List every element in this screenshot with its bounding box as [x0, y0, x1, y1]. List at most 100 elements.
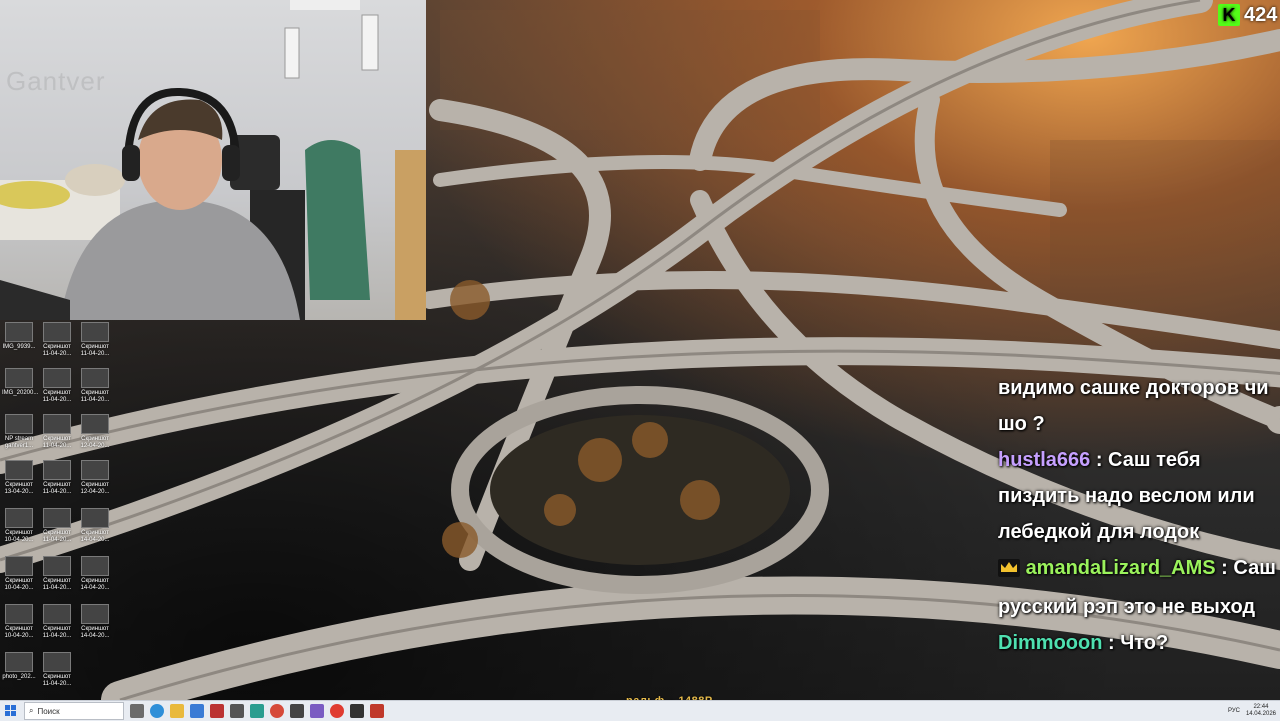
app-icon[interactable]	[230, 704, 244, 718]
clock-time: 22:44	[1253, 704, 1269, 710]
desktop-icon-label: Скриншот 11-04-20...	[42, 390, 72, 403]
file-thumbnail-icon	[81, 368, 109, 388]
file-explorer-icon[interactable]	[170, 704, 184, 718]
desktop-icon-label: Скриншот 11-04-20...	[80, 390, 110, 403]
desktop-icon[interactable]: Скриншот 11-04-20...	[40, 414, 74, 450]
app-icon[interactable]	[310, 704, 324, 718]
chat-message: hustla666 : Саш тебя пиздить надо веслом…	[998, 442, 1280, 550]
search-placeholder: Поиск	[37, 706, 60, 716]
file-thumbnail-icon	[5, 460, 33, 480]
desktop-icon-label: Скриншот 11-04-20...	[42, 578, 72, 591]
desktop-icon[interactable]: Скриншот 11-04-20...	[40, 460, 74, 496]
desktop-icon[interactable]: IMG_9939...	[2, 322, 36, 351]
file-thumbnail-icon	[43, 414, 71, 434]
desktop-icon[interactable]: Скриншот 11-04-20...	[40, 368, 74, 404]
desktop-icon[interactable]: Скриншот 10-04-20...	[2, 604, 36, 640]
desktop-icon[interactable]: Скриншот 11-04-20...	[40, 508, 74, 544]
desktop-icon-label: NP stream gantver1...	[4, 436, 34, 449]
desktop-icon[interactable]: Скриншот 13-04-20...	[2, 460, 36, 496]
file-thumbnail-icon	[81, 322, 109, 342]
clock[interactable]: 22:44 14.04.2026	[1246, 704, 1276, 718]
desktop-icon[interactable]: Скриншот 11-04-20...	[40, 322, 74, 358]
taskbar: ⌕ Поиск РУС 22:44 14.04.2026	[0, 700, 1280, 721]
edge-icon[interactable]	[150, 704, 164, 718]
file-thumbnail-icon	[43, 556, 71, 576]
desktop-icon[interactable]: Скриншот 11-04-20...	[40, 556, 74, 592]
desktop-icon-label: Скриншот 11-04-20...	[42, 626, 72, 639]
desktop-icon-label: Скриншот 11-04-20...	[42, 674, 72, 687]
desktop-icon[interactable]: Скриншот 11-04-20...	[40, 604, 74, 640]
desktop-icon-label: Скриншот 11-04-20...	[42, 344, 72, 357]
desktop-icon[interactable]: photo_202...	[2, 652, 36, 681]
desktop-icon[interactable]: Скриншот 11-04-20...	[78, 322, 112, 358]
chat-separator: :	[1102, 632, 1121, 654]
desktop-icon[interactable]: Скриншот 12-04-20...	[78, 460, 112, 496]
desktop-icon-label: Скриншот 10-04-20...	[4, 578, 34, 591]
chat-separator: :	[1215, 557, 1234, 579]
app-icon[interactable]	[290, 704, 304, 718]
viewer-count: 424	[1244, 3, 1278, 26]
desktop-icon-label: Скриншот 14-04-20...	[80, 530, 110, 543]
viewer-count-badge: K 424	[1218, 2, 1277, 28]
desktop-icon-label: IMG_20200...	[2, 390, 39, 396]
chrome-icon[interactable]	[270, 704, 284, 718]
file-thumbnail-icon	[5, 322, 33, 342]
file-thumbnail-icon	[43, 322, 71, 342]
desktop-icon-label: Скриншот 13-04-20...	[4, 482, 34, 495]
chat-message: видимо сашке докторов чи шо ?	[998, 370, 1280, 442]
desktop-icon-label: Скриншот 14-04-20...	[80, 578, 110, 591]
app-icon[interactable]	[350, 704, 364, 718]
file-thumbnail-icon	[5, 414, 33, 434]
chat-message-text: Что?	[1120, 632, 1169, 654]
desktop-icon[interactable]: Скриншот 14-04-20...	[78, 556, 112, 592]
chat-overlay: видимо сашке докторов чи шо ? hustla666 …	[998, 370, 1280, 661]
app-icon[interactable]	[370, 704, 384, 718]
start-button[interactable]	[0, 701, 22, 721]
clock-date: 14.04.2026	[1245, 711, 1276, 717]
task-view-icon[interactable]	[130, 704, 144, 718]
file-thumbnail-icon	[81, 508, 109, 528]
desktop-icon-label: Скриншот 11-04-20...	[42, 436, 72, 449]
file-thumbnail-icon	[43, 652, 71, 672]
taskbar-search[interactable]: ⌕ Поиск	[24, 702, 124, 720]
desktop-icon[interactable]: Скриншот 12-04-20...	[78, 414, 112, 450]
desktop-icon-label: Скриншот 10-04-20...	[4, 530, 34, 543]
desktop-icon-label: Скриншот 11-04-20...	[42, 530, 72, 543]
desktop-icon-label: Скриншот 11-04-20...	[80, 344, 110, 357]
desktop-icon-label: Скриншот 11-04-20...	[42, 482, 72, 495]
windows-icon	[5, 705, 16, 716]
desktop-icon-label: Скриншот 10-04-20...	[4, 626, 34, 639]
desktop-icon[interactable]: Скриншот 11-04-20...	[40, 652, 74, 688]
chat-username: amandaLizard_AMS	[1025, 557, 1216, 579]
crown-icon	[998, 553, 1020, 589]
file-thumbnail-icon	[5, 368, 33, 388]
webcam-overlay: Gantver	[0, 0, 426, 320]
app-icon[interactable]	[250, 704, 264, 718]
file-thumbnail-icon	[81, 460, 109, 480]
file-thumbnail-icon	[5, 508, 33, 528]
app-icon[interactable]	[210, 704, 224, 718]
yandex-icon[interactable]	[330, 704, 344, 718]
streamer-figure	[0, 0, 426, 320]
desktop-icon[interactable]: NP stream gantver1...	[2, 414, 36, 450]
chat-username: hustla666	[998, 449, 1091, 471]
chat-separator: :	[1090, 449, 1109, 471]
desktop-icon-label: Скриншот 14-04-20...	[80, 626, 110, 639]
search-icon: ⌕	[29, 706, 34, 715]
kick-logo-icon: K	[1218, 4, 1240, 26]
desktop-icon[interactable]: Скриншот 10-04-20...	[2, 508, 36, 544]
file-thumbnail-icon	[81, 604, 109, 624]
desktop-icon[interactable]: Скриншот 10-04-20...	[2, 556, 36, 592]
file-thumbnail-icon	[43, 460, 71, 480]
chat-message: Dimmooon : Что?	[998, 625, 1280, 661]
language-indicator[interactable]: РУС	[1228, 708, 1240, 714]
file-thumbnail-icon	[81, 414, 109, 434]
file-thumbnail-icon	[81, 556, 109, 576]
file-thumbnail-icon	[43, 508, 71, 528]
desktop-icon[interactable]: Скриншот 11-04-20...	[78, 368, 112, 404]
desktop-icon[interactable]: Скриншот 14-04-20...	[78, 508, 112, 544]
store-icon[interactable]	[190, 704, 204, 718]
desktop-icon[interactable]: Скриншот 14-04-20...	[78, 604, 112, 640]
desktop-icon[interactable]: IMG_20200...	[2, 368, 39, 397]
system-tray: РУС 22:44 14.04.2026	[1228, 701, 1276, 721]
